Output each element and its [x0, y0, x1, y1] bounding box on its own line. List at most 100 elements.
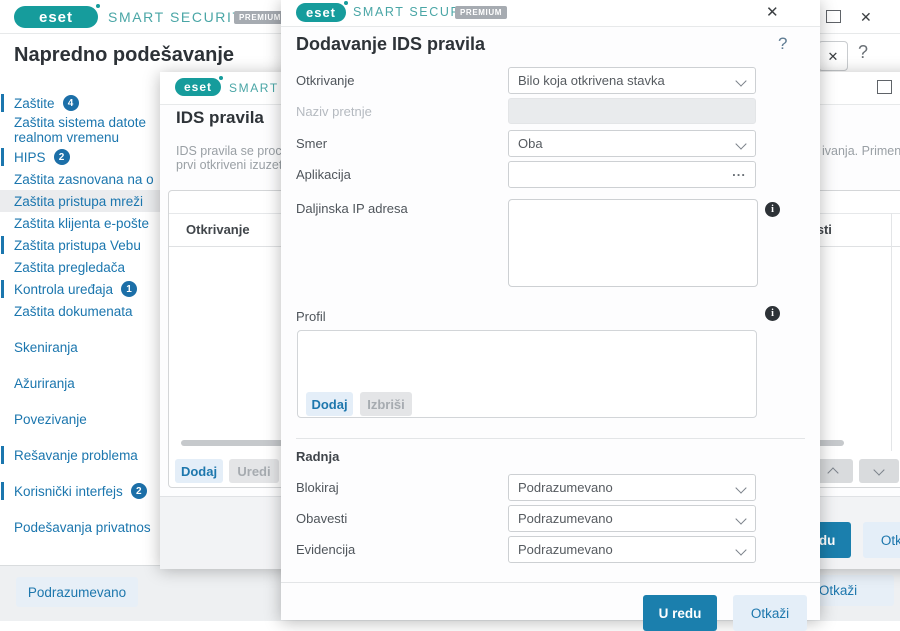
- info-icon[interactable]: i: [765, 202, 780, 217]
- block-select[interactable]: Podrazumevano: [508, 474, 756, 501]
- help-icon[interactable]: ?: [858, 42, 868, 63]
- page-title: Napredno podešavanje: [14, 44, 234, 67]
- dialog-title: IDS pravila: [176, 108, 264, 128]
- cancel-button[interactable]: Otkaži: [733, 595, 807, 631]
- sidebar-item-label: Zaštita sistema datoterealnom vremenu: [14, 115, 146, 145]
- eset-logo: eset: [296, 3, 346, 22]
- active-indicator-bar: [1, 148, 4, 166]
- count-badge: 4: [63, 95, 79, 111]
- sidebar-item-label: HIPS: [14, 150, 46, 165]
- count-badge: 2: [131, 483, 147, 499]
- sidebar-item[interactable]: Zaštita pristupa Vebu: [0, 234, 160, 256]
- log-select[interactable]: Podrazumevano: [508, 536, 756, 563]
- sidebar-item[interactable]: Skeniranja: [0, 336, 160, 358]
- profile-label: Profil: [296, 309, 326, 324]
- maximize-icon[interactable]: [826, 10, 841, 23]
- sidebar-item-label: Zaštita zasnovana na o: [14, 172, 154, 187]
- sidebar-item-label: Podešavanja privatnos: [14, 520, 151, 535]
- sidebar-item[interactable]: Zaštita pristupa mreži: [0, 190, 160, 212]
- browse-ellipsis-button[interactable]: ...: [732, 164, 746, 179]
- close-icon[interactable]: ✕: [766, 5, 779, 20]
- sidebar-item-label: Korisnički interfejs: [14, 484, 123, 499]
- sidebar-item-label: Kontrola uređaja: [14, 282, 113, 297]
- section-divider: [296, 438, 805, 439]
- sidebar-item[interactable]: Zaštita dokumenata: [0, 300, 160, 322]
- sidebar-item[interactable]: HIPS 2: [0, 146, 160, 168]
- block-label: Blokiraj: [296, 480, 339, 495]
- remote-ip-textarea[interactable]: [508, 199, 758, 287]
- description-line2: prvi otkriveni izuzetak: [176, 158, 296, 172]
- sidebar-item-label: Rešavanje problema: [14, 448, 138, 463]
- count-badge: 2: [54, 149, 70, 165]
- sidebar-item-label: Zaštita dokumenata: [14, 304, 133, 319]
- profile-delete-button[interactable]: Izbriši: [360, 392, 412, 416]
- remote-ip-label: Daljinska IP adresa: [296, 201, 408, 216]
- notify-label: Obavesti: [296, 511, 347, 526]
- notify-value: Podrazumevano: [518, 511, 613, 526]
- help-icon[interactable]: ?: [778, 34, 787, 54]
- eset-logo: eset: [175, 78, 221, 96]
- premium-badge: PREMIUM: [234, 11, 286, 24]
- notify-select[interactable]: Podrazumevano: [508, 505, 756, 532]
- active-indicator-bar: [1, 446, 4, 464]
- sidebar-item[interactable]: Ažuriranja: [0, 372, 160, 394]
- count-badge: 1: [121, 281, 137, 297]
- chevron-down-icon: [735, 482, 746, 493]
- cancel-button[interactable]: Otkaži: [863, 522, 900, 558]
- column-separator: [891, 213, 892, 451]
- info-icon[interactable]: i: [765, 306, 780, 321]
- sidebar-item-label: Zaštita klijenta e-pošte: [14, 216, 149, 231]
- profile-list-box[interactable]: Dodaj Izbriši: [297, 330, 757, 418]
- eset-logo: eset: [14, 6, 98, 28]
- edit-rule-button[interactable]: Uredi: [229, 459, 279, 483]
- block-value: Podrazumevano: [518, 480, 613, 495]
- chevron-up-icon: [827, 467, 838, 478]
- active-indicator-bar: [1, 94, 4, 112]
- maximize-icon[interactable]: [877, 80, 892, 94]
- detection-label: Otkrivanje: [296, 73, 355, 88]
- column-header-detection[interactable]: Otkrivanje: [186, 222, 250, 237]
- ok-button[interactable]: U redu: [643, 595, 717, 631]
- dialog-title: Dodavanje IDS pravila: [296, 34, 485, 55]
- sidebar-item-label: Zaštite: [14, 96, 55, 111]
- sidebar-item[interactable]: Zaštita klijenta e-pošte: [0, 212, 160, 234]
- add-ids-rule-dialog: eset SMART SECURITY PREMIUM ✕ Dodavanje …: [281, 0, 820, 620]
- chevron-down-icon: [735, 513, 746, 524]
- chevron-down-icon: [735, 138, 746, 149]
- application-input[interactable]: ...: [508, 161, 756, 188]
- add-rule-button[interactable]: Dodaj: [175, 459, 223, 483]
- sidebar-item[interactable]: Zaštita sistema datoterealnom vremenu: [0, 114, 160, 146]
- move-down-button[interactable]: [859, 459, 899, 483]
- product-name: SMART SECURITY: [108, 9, 254, 25]
- sidebar-item-label: Skeniranja: [14, 340, 78, 355]
- sidebar-item-label: Zaštita pristupa mreži: [14, 194, 143, 209]
- sidebar-item-label: Ažuriranja: [14, 376, 75, 391]
- close-icon[interactable]: ✕: [860, 10, 872, 24]
- log-label: Evidencija: [296, 542, 355, 557]
- direction-select[interactable]: Oba: [508, 130, 756, 157]
- sidebar-item[interactable]: Rešavanje problema: [0, 444, 160, 466]
- clear-search-button[interactable]: ✕: [818, 41, 848, 71]
- sidebar-item[interactable]: Podešavanja privatnos: [0, 516, 160, 538]
- sidebar-item[interactable]: Povezivanje: [0, 408, 160, 430]
- application-label: Aplikacija: [296, 167, 351, 182]
- sidebar-item[interactable]: Zaštita zasnovana na o: [0, 168, 160, 190]
- direction-label: Smer: [296, 136, 327, 151]
- profile-add-button[interactable]: Dodaj: [306, 392, 353, 416]
- premium-badge: PREMIUM: [455, 6, 507, 19]
- threat-name-label: Naziv pretnje: [296, 104, 372, 119]
- threat-name-input: [508, 98, 756, 124]
- footer-divider: [281, 582, 820, 583]
- action-section-heading: Radnja: [296, 449, 339, 464]
- active-indicator-bar: [1, 280, 4, 298]
- sidebar-item[interactable]: Korisnički interfejs 2: [0, 480, 160, 502]
- log-value: Podrazumevano: [518, 542, 613, 557]
- clear-icon: ✕: [828, 50, 839, 63]
- sidebar-item[interactable]: Zaštita pregledača: [0, 256, 160, 278]
- sidebar-item[interactable]: Kontrola uređaja 1: [0, 278, 160, 300]
- sidebar-item-label: Povezivanje: [14, 412, 87, 427]
- default-button[interactable]: Podrazumevano: [16, 577, 138, 607]
- sidebar-item[interactable]: Zaštite 4: [0, 92, 160, 114]
- detection-select[interactable]: Bilo koja otkrivena stavka: [508, 67, 756, 94]
- description-line1-cont: ivanja. Primenju: [822, 144, 900, 158]
